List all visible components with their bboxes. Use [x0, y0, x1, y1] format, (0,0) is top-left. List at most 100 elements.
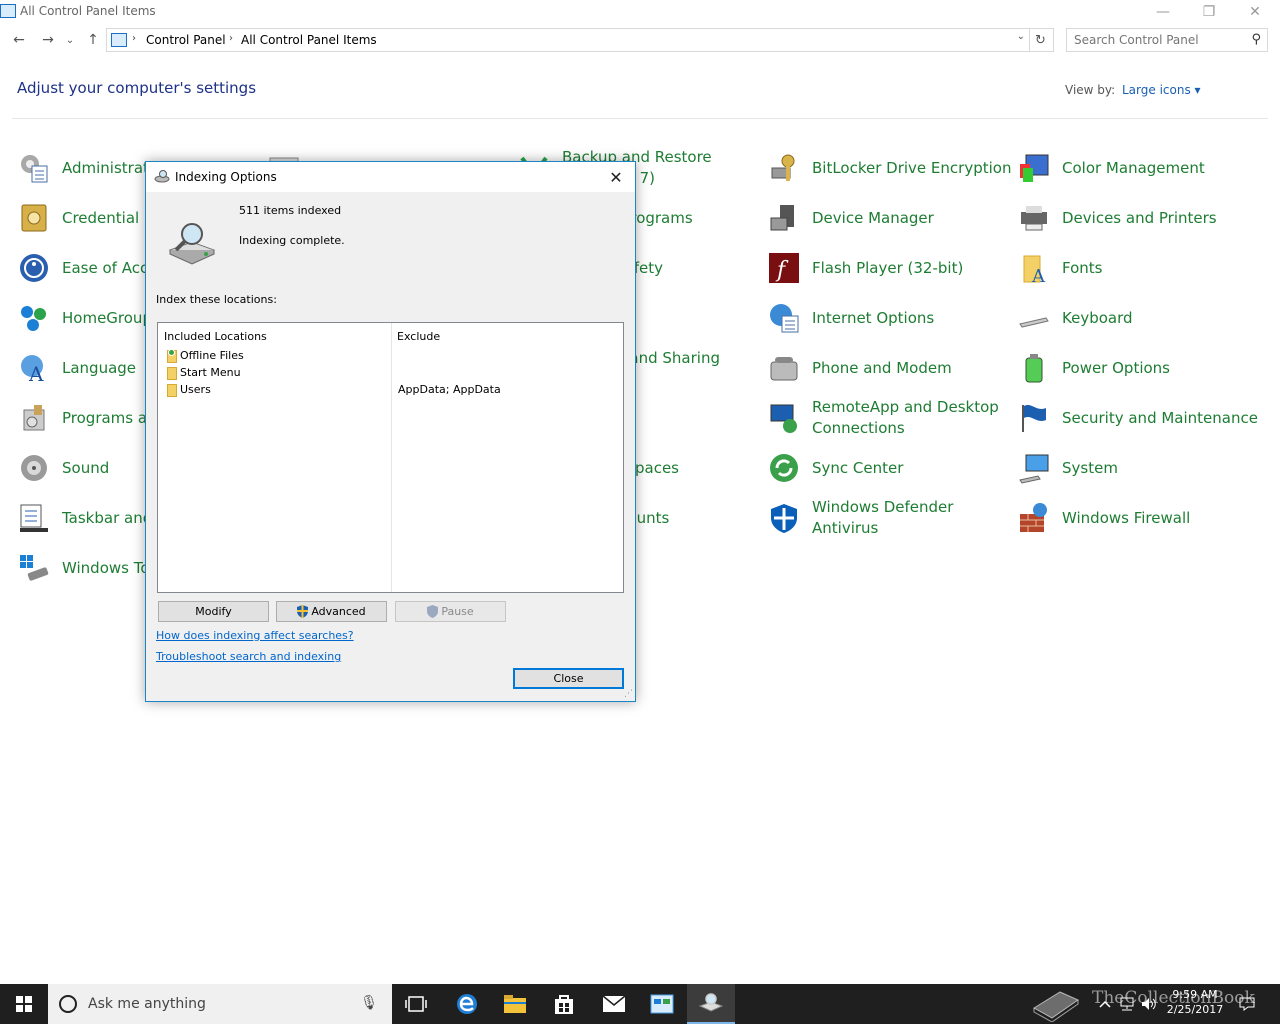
indexing-options-dialog: Indexing Options ✕ 511 items indexed Ind…	[145, 161, 636, 702]
advanced-button[interactable]: Advanced	[276, 601, 387, 622]
dialog-title: Indexing Options	[175, 170, 277, 184]
item-label: BitLocker Drive Encryption	[812, 158, 1012, 177]
windows-logo-icon	[16, 996, 32, 1012]
items-indexed-count: 511 items indexed	[239, 204, 342, 217]
item-label: Device Manager	[812, 208, 934, 227]
item-security-and-maintenance[interactable]: Security and Maintenance	[1018, 396, 1258, 440]
search-icon[interactable]: ⚲	[1251, 32, 1261, 47]
item-color-management[interactable]: Color Management	[1018, 146, 1205, 190]
indexing-options-taskbar-button[interactable]	[687, 984, 735, 1024]
folder-icon	[504, 995, 526, 1013]
address-bar[interactable]: › Control Panel › All Control Panel Item…	[106, 28, 1054, 52]
exclude-header[interactable]: Exclude	[397, 330, 440, 343]
key-drive-icon	[771, 154, 795, 181]
mail-button[interactable]	[590, 984, 638, 1024]
how-indexing-link[interactable]: How does indexing affect searches?	[156, 629, 354, 642]
dialog-titlebar: Indexing Options ✕	[146, 162, 635, 192]
computer-icon	[1019, 454, 1049, 484]
breadcrumb-separator[interactable]: ›	[229, 33, 233, 44]
close-window-button[interactable]: ✕	[1232, 0, 1278, 24]
control-panel-icon	[111, 33, 127, 47]
location-name: Users	[180, 383, 211, 396]
device-manager-icon	[770, 205, 794, 231]
task-view-button[interactable]	[392, 984, 440, 1024]
file-explorer-button[interactable]	[491, 984, 539, 1024]
locations-list[interactable]: Included Locations Exclude Offline Files…	[157, 322, 624, 593]
recent-locations-button[interactable]: ⌄	[62, 28, 78, 52]
item-label: Devices and Printers	[1062, 208, 1217, 227]
item-label-line2: Antivirus	[812, 519, 879, 537]
item-sound[interactable]: Sound	[18, 446, 109, 490]
view-by-dropdown[interactable]: Large icons ▾	[1122, 83, 1201, 97]
item-flash-player[interactable]: f Flash Player (32-bit)	[768, 246, 963, 290]
homegroup-icon	[21, 306, 46, 331]
item-sync-center[interactable]: Sync Center	[768, 446, 903, 490]
store-bag-icon	[555, 995, 573, 1014]
breadcrumb-all-items[interactable]: All Control Panel Items	[241, 33, 377, 47]
item-language[interactable]: A Language	[18, 346, 136, 390]
speaker-icon	[21, 455, 47, 481]
location-row-start-menu[interactable]: Start Menu	[158, 365, 623, 382]
keyboard-icon	[1019, 317, 1049, 328]
breadcrumb-separator[interactable]: ›	[132, 33, 136, 44]
battery-icon	[1025, 354, 1043, 383]
item-label: Internet Options	[812, 308, 935, 327]
included-locations-header[interactable]: Included Locations	[164, 330, 267, 343]
item-system[interactable]: System	[1018, 446, 1118, 490]
control-panel-icon	[650, 994, 674, 1014]
troubleshoot-link[interactable]: Troubleshoot search and indexing	[156, 650, 341, 663]
fonts-folder-icon: A	[1023, 255, 1046, 284]
mail-icon	[602, 995, 626, 1012]
item-homegroup[interactable]: HomeGroup	[18, 296, 152, 340]
store-button[interactable]	[540, 984, 588, 1024]
close-button[interactable]: Close	[513, 668, 624, 689]
item-label-line1: RemoteApp and Desktop	[812, 398, 999, 416]
restore-button[interactable]: ❐	[1186, 0, 1232, 24]
item-label: Security and Maintenance	[1062, 408, 1258, 427]
item-phone-and-modem[interactable]: Phone and Modem	[768, 346, 952, 390]
item-fonts[interactable]: A Fonts	[1018, 246, 1102, 290]
back-button[interactable]: ←	[7, 28, 31, 52]
pause-label: Pause	[441, 605, 474, 618]
item-windows-firewall[interactable]: Windows Firewall	[1018, 496, 1190, 540]
item-devices-and-printers[interactable]: Devices and Printers	[1018, 196, 1217, 240]
book-watermark-icon	[1033, 991, 1080, 1022]
item-internet-options[interactable]: Internet Options	[768, 296, 934, 340]
address-dropdown-icon[interactable]: ⌄	[1017, 31, 1025, 42]
item-keyboard[interactable]: Keyboard	[1018, 296, 1133, 340]
language-icon: A	[21, 355, 44, 384]
indexing-icon	[154, 170, 170, 183]
item-label-line2: Connections	[812, 419, 905, 437]
control-panel-icon	[0, 4, 16, 18]
dialog-close-icon[interactable]: ✕	[603, 165, 629, 189]
location-row-offline-files[interactable]: Offline Files	[158, 348, 623, 365]
flash-icon: f	[769, 253, 799, 283]
item-windows-defender[interactable]: Windows Defender Antivirus	[768, 496, 953, 540]
shield-icon	[771, 504, 797, 533]
microphone-icon[interactable]: 🎙	[360, 995, 378, 1011]
window-titlebar: All Control Panel Items — ❐ ✕	[0, 0, 1280, 24]
forward-button[interactable]: →	[36, 28, 60, 52]
cortana-search-box[interactable]: Ask me anything 🎙	[48, 984, 392, 1024]
edge-browser-button[interactable]	[443, 984, 491, 1024]
phone-icon	[770, 357, 798, 381]
start-button[interactable]	[0, 984, 48, 1024]
edge-icon	[457, 994, 477, 1014]
breadcrumb-control-panel[interactable]: Control Panel	[146, 33, 226, 47]
item-label: HomeGroup	[62, 308, 152, 327]
indexing-icon	[698, 993, 724, 1012]
item-bitlocker[interactable]: BitLocker Drive Encryption	[768, 146, 1011, 190]
location-row-users[interactable]: Users AppData; AppData	[158, 382, 623, 399]
resize-grip-icon[interactable]: ⋰	[624, 689, 633, 699]
indexing-drive-icon	[168, 223, 216, 265]
refresh-button[interactable]: ↻	[1029, 29, 1051, 51]
modify-button[interactable]: Modify	[158, 601, 269, 622]
item-remoteapp[interactable]: RemoteApp and Desktop Connections	[768, 396, 999, 440]
item-power-options[interactable]: Power Options	[1018, 346, 1170, 390]
item-device-manager[interactable]: Device Manager	[768, 196, 934, 240]
minimize-button[interactable]: —	[1140, 0, 1186, 24]
search-input[interactable]	[1067, 29, 1237, 51]
remote-desktop-icon	[770, 404, 797, 433]
control-panel-taskbar-button[interactable]	[638, 984, 686, 1024]
up-button[interactable]: ↑	[81, 28, 105, 52]
